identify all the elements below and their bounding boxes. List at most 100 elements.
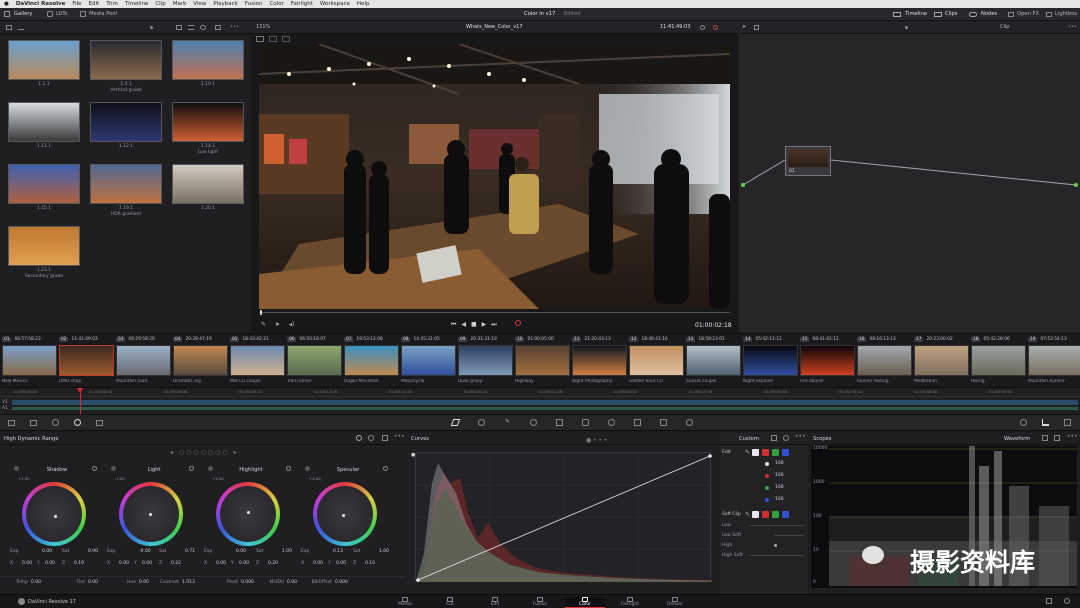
menu-fairlight[interactable]: Fairlight — [291, 1, 313, 7]
hdr-more-icon[interactable]: ••• — [394, 433, 405, 440]
edit-value-r[interactable]: 100 — [775, 473, 784, 478]
transport-controls[interactable]: ⏮◀■▶⏭ — [451, 321, 502, 329]
viewer-mode-icon[interactable] — [700, 25, 705, 30]
softclip-low-slider[interactable] — [749, 525, 804, 526]
playhead-marker[interactable] — [77, 388, 83, 393]
scope-layout-icon[interactable] — [1042, 435, 1048, 441]
clips-toggle[interactable]: Clips — [945, 11, 958, 17]
pen-tool-icon[interactable]: ✎ — [261, 321, 266, 328]
hdr-mode-icon[interactable] — [356, 435, 362, 441]
gallery-still[interactable] — [90, 40, 162, 80]
hdr-zone-selector[interactable]: ◂ ○○○○○○○ ▸ — [170, 449, 239, 456]
x-value[interactable]: 0.00 — [22, 561, 32, 566]
hdr-reset-icon[interactable] — [368, 435, 374, 441]
clip-thumbnail[interactable] — [743, 345, 798, 376]
edit-pen-icon[interactable]: ✎ — [745, 449, 750, 456]
nodes-toggle[interactable]: Nodes — [981, 11, 997, 17]
viewer-image[interactable] — [259, 44, 730, 309]
qualifier-icon[interactable]: ✎ — [505, 418, 510, 425]
keyframes-icon[interactable] — [1020, 419, 1027, 426]
edit-value-y[interactable]: 100 — [775, 461, 784, 466]
page-tab-edit[interactable]: Edit — [475, 597, 515, 608]
curves-zoom-icon[interactable] — [783, 435, 789, 441]
pointer-icon[interactable]: ➤ — [742, 24, 746, 30]
loop-icon[interactable] — [515, 320, 521, 326]
softclip-highsoft-slider[interactable] — [749, 555, 804, 556]
y-value[interactable]: 0.00 — [142, 561, 152, 566]
curves-mode-select[interactable]: Custom — [739, 436, 759, 442]
softclip-y-button[interactable] — [752, 511, 759, 518]
app-menu[interactable]: DaVinci Resolve — [16, 1, 66, 7]
curves-reset-icon[interactable] — [771, 435, 777, 441]
rgb-mixer-icon[interactable] — [96, 420, 103, 426]
wheel-reset-icon[interactable] — [189, 466, 194, 471]
softclip-r-button[interactable] — [762, 511, 769, 518]
scope-more-icon[interactable]: ••• — [1067, 433, 1078, 440]
sat-value[interactable]: 1.00 — [282, 549, 292, 554]
curves-page-dots[interactable]: ● • • • — [586, 437, 608, 444]
home-icon[interactable] — [1046, 598, 1052, 604]
viewer-scrubber[interactable] — [259, 312, 730, 313]
settings-icon[interactable] — [1064, 598, 1070, 604]
clip-thumbnail[interactable] — [401, 345, 456, 376]
x-value[interactable]: 0.00 — [216, 561, 226, 566]
page-tab-cut[interactable]: Cut — [430, 597, 470, 608]
gallery-still[interactable] — [8, 164, 80, 204]
page-tab-fairlight[interactable]: Fairlight — [610, 597, 650, 608]
timeline-toggle[interactable]: Timeline — [905, 11, 927, 17]
menu-mark[interactable]: Mark — [173, 1, 187, 7]
clip-thumbnail[interactable] — [287, 345, 342, 376]
zoom-level[interactable]: 131% — [256, 24, 270, 30]
page-tab-fusion[interactable]: Fusion — [520, 597, 560, 608]
wheel-select-dot[interactable] — [305, 466, 310, 471]
softclip-pen-icon[interactable]: ✎ — [745, 511, 750, 518]
x-value[interactable]: 0.00 — [119, 561, 129, 566]
exp-value[interactable]: 0.00 — [236, 549, 246, 554]
clip-thumbnail[interactable] — [857, 345, 912, 376]
3d-icon[interactable] — [686, 419, 693, 426]
wheel-center-handle[interactable] — [149, 513, 152, 516]
search-icon[interactable] — [200, 25, 206, 30]
key-icon[interactable] — [634, 419, 641, 426]
wheel-select-dot[interactable] — [111, 466, 116, 471]
page-tab-deliver[interactable]: Deliver — [655, 597, 695, 608]
apple-icon[interactable]: ● — [4, 1, 9, 7]
mini-timeline[interactable]: V1 A1 01:00:00:00 01:00:03:04 01:00:06:08 0… — [0, 387, 1080, 415]
sort-icon[interactable] — [215, 25, 221, 30]
viewer-mode-icon-1[interactable] — [256, 36, 264, 42]
menu-clip[interactable]: Clip — [155, 1, 165, 7]
sat-value[interactable]: 0.71 — [185, 549, 195, 554]
clip-thumbnail[interactable] — [515, 345, 570, 376]
gallery-still[interactable] — [90, 102, 162, 142]
gallery-still[interactable] — [172, 102, 244, 142]
z-value[interactable]: 0.22 — [171, 561, 181, 566]
clip-thumbnail[interactable] — [2, 345, 57, 376]
serial-node-01[interactable]: 01 — [785, 146, 831, 176]
menu-trim[interactable]: Trim — [106, 1, 118, 7]
window-icon[interactable] — [530, 419, 537, 426]
color-warper-icon[interactable] — [478, 419, 485, 426]
curves-tool-icon[interactable] — [450, 419, 461, 426]
exp-value[interactable]: 0.00 — [42, 549, 52, 554]
menu-edit[interactable]: Edit — [89, 1, 100, 7]
clip-thumbnail[interactable] — [230, 345, 285, 376]
color-match-icon[interactable] — [52, 419, 59, 426]
hdr-zones-icon[interactable] — [382, 435, 388, 441]
gallery-still[interactable] — [8, 226, 80, 266]
audio-icon[interactable]: ◂) — [289, 321, 294, 328]
gallery-still[interactable] — [90, 164, 162, 204]
global-adjust-value[interactable]: 0.000 — [335, 580, 348, 585]
clip-thumbnail[interactable] — [173, 345, 228, 376]
softclip-high-handle[interactable] — [774, 544, 777, 547]
channel-b-button[interactable] — [782, 449, 789, 456]
gallery-button[interactable]: Gallery — [14, 11, 32, 17]
shadow-wheel[interactable] — [22, 482, 86, 546]
clip-thumbnail[interactable] — [572, 345, 627, 376]
clip-thumbnail[interactable] — [686, 345, 741, 376]
page-tab-media[interactable]: Media — [385, 597, 425, 608]
scope-type-select[interactable]: Waveform — [1004, 436, 1030, 442]
menu-file[interactable]: File — [72, 1, 81, 7]
global-adjust-value[interactable]: 0.00 — [139, 580, 149, 585]
menu-color[interactable]: Color — [269, 1, 283, 7]
menu-timeline[interactable]: Timeline — [125, 1, 148, 7]
